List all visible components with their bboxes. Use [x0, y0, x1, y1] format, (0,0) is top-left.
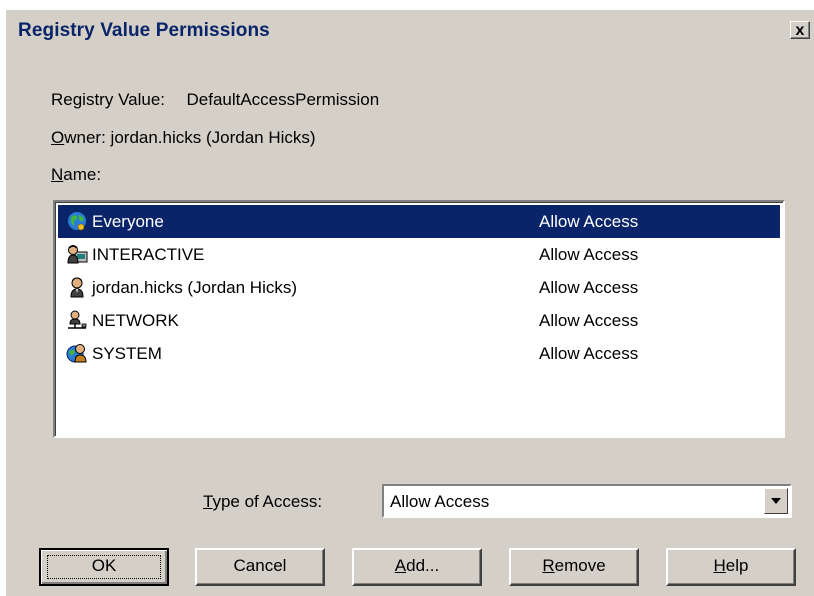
- add-button-label: dd...: [406, 556, 440, 575]
- cancel-button-label: Cancel: [233, 556, 287, 575]
- list-item-access: Allow Access: [539, 344, 639, 363]
- list-item-access: Allow Access: [539, 245, 639, 264]
- list-item-name: INTERACTIVE: [92, 245, 205, 264]
- list-item-access: Allow Access: [539, 311, 639, 330]
- list-item-name: SYSTEM: [92, 344, 162, 363]
- registry-value-permissions-dialog: Registry Value Permissions x Registry Va…: [6, 10, 814, 596]
- type-of-access-select[interactable]: Allow Access: [382, 484, 792, 518]
- remove-button-label: emove: [554, 556, 606, 575]
- close-icon: x: [795, 22, 805, 39]
- title-bar[interactable]: Registry Value Permissions x: [6, 10, 814, 46]
- add-button[interactable]: Add...: [352, 548, 482, 586]
- list-item-name: Everyone: [92, 212, 164, 231]
- owner-value: jordan.hicks (Jordan Hicks): [110, 128, 316, 147]
- type-of-access-value: Allow Access: [390, 492, 490, 511]
- list-item-access: Allow Access: [539, 278, 639, 297]
- type-of-access-text: ype of Access:: [212, 492, 323, 511]
- user-icon: [66, 276, 88, 298]
- system-icon: [66, 342, 88, 364]
- list-item-name: NETWORK: [92, 311, 179, 330]
- remove-mnemonic: R: [542, 556, 555, 575]
- name-mnemonic: N: [51, 165, 64, 184]
- list-item-network[interactable]: NETWORK Allow Access: [58, 304, 780, 337]
- interactive-user-icon: [66, 243, 88, 265]
- remove-button[interactable]: Remove: [509, 548, 639, 586]
- list-item-name: jordan.hicks (Jordan Hicks): [92, 278, 298, 297]
- help-mnemonic: H: [713, 556, 726, 575]
- list-item-jordan-hicks[interactable]: jordan.hicks (Jordan Hicks) Allow Access: [58, 271, 780, 304]
- permissions-listbox[interactable]: Everyone Allow Access INTERACTIVE Allow …: [53, 200, 785, 438]
- type-of-access-label: Type of Access:: [203, 492, 322, 512]
- window-title: Registry Value Permissions: [18, 20, 270, 41]
- registry-value-label: Registry Value:: [51, 90, 166, 109]
- chevron-down-icon[interactable]: [764, 488, 788, 514]
- focus-rectangle: [47, 555, 161, 579]
- owner-mnemonic: O: [51, 128, 65, 147]
- owner-label: wner:: [64, 128, 106, 147]
- cancel-button[interactable]: Cancel: [195, 548, 325, 586]
- registry-value-text: DefaultAccessPermission: [186, 90, 380, 109]
- name-label-row: Name:: [51, 165, 101, 185]
- registry-value-row: Registry Value: DefaultAccessPermission: [51, 90, 379, 110]
- name-label: ame:: [63, 165, 102, 184]
- add-mnemonic: A: [394, 556, 407, 575]
- help-button[interactable]: Help: [666, 548, 796, 586]
- network-user-icon: [66, 309, 88, 331]
- ok-button[interactable]: OK: [39, 548, 169, 586]
- list-item-everyone[interactable]: Everyone Allow Access: [58, 205, 780, 238]
- list-item-system[interactable]: SYSTEM Allow Access: [58, 337, 780, 370]
- list-item-interactive[interactable]: INTERACTIVE Allow Access: [58, 238, 780, 271]
- help-button-label: elp: [725, 556, 749, 575]
- close-button[interactable]: x: [790, 21, 810, 39]
- list-item-access: Allow Access: [539, 212, 639, 231]
- owner-row: Owner: jordan.hicks (Jordan Hicks): [51, 128, 316, 148]
- globe-icon: [66, 210, 88, 232]
